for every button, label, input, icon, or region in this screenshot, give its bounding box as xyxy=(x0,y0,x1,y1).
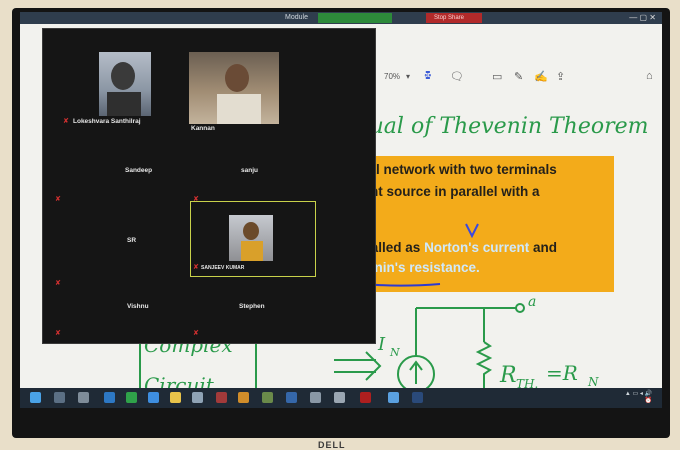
equals-subscript: N xyxy=(587,375,599,389)
muted-mic-icon: ✘ xyxy=(193,264,199,271)
participant-video-2 xyxy=(189,52,279,124)
muted-mic-icon: ✘ xyxy=(55,196,61,203)
task-view-icon[interactable] xyxy=(54,392,65,403)
start-icon[interactable] xyxy=(30,392,41,403)
resistor-label: R xyxy=(499,363,517,388)
word-icon[interactable] xyxy=(286,392,297,403)
zoom-app-icon[interactable] xyxy=(388,392,399,403)
system-tray[interactable]: ▲ ▭ ◂ 🔊 ⏰ xyxy=(625,391,652,405)
person-silhouette-icon xyxy=(217,64,261,124)
participant-name-1: Lokeshvara Santhilraj xyxy=(73,118,141,125)
folder-icon[interactable] xyxy=(170,392,181,403)
ink-arrow xyxy=(465,223,479,239)
photo-background: Module Stop Share — ▢ ✕ ⊕ 70% ▾ ꔁ 🗨 ▭ ✎ … xyxy=(0,0,680,450)
current-subscript: N xyxy=(389,346,400,359)
participant-name-7: Vishnu xyxy=(127,303,149,310)
participant-name-4: sanju xyxy=(241,167,258,174)
participant-name-2: Kannan xyxy=(191,125,215,132)
muted-mic-icon: ✘ xyxy=(55,280,61,287)
terminal-label: a xyxy=(528,294,536,310)
participant-name-8: Stephen xyxy=(239,303,265,310)
acrobat-icon[interactable] xyxy=(360,392,371,403)
store-icon[interactable] xyxy=(104,392,115,403)
app-icon[interactable] xyxy=(192,392,203,403)
app-icon-5[interactable] xyxy=(412,392,423,403)
monitor-brand-logo: DELL xyxy=(318,440,346,450)
participant-video-6 xyxy=(229,215,273,261)
muted-mic-icon: ✘ xyxy=(63,118,69,125)
participant-video-1 xyxy=(99,52,151,116)
monitor-screen: Module Stop Share — ▢ ✕ ⊕ 70% ▾ ꔁ 🗨 ▭ ✎ … xyxy=(20,12,662,408)
excel-icon[interactable] xyxy=(126,392,137,403)
current-label: I xyxy=(377,334,386,355)
app-icon-2[interactable] xyxy=(262,392,273,403)
chrome-icon[interactable] xyxy=(238,392,249,403)
current-arrow xyxy=(409,360,423,384)
participant-name-3: Sandeep xyxy=(125,167,153,174)
file-explorer-icon[interactable] xyxy=(78,392,89,403)
participant-name-6: SANJEEV KUMAR xyxy=(201,265,245,271)
participant-name-5: SR xyxy=(127,237,137,244)
app-icon-4[interactable] xyxy=(334,392,345,403)
equals-label: =R xyxy=(546,361,578,385)
powerpoint-icon[interactable] xyxy=(216,392,227,403)
muted-mic-icon: ✘ xyxy=(193,330,199,337)
terminal-node xyxy=(515,303,525,313)
edge-icon[interactable] xyxy=(148,392,159,403)
person-silhouette-icon xyxy=(241,222,263,261)
muted-mic-icon: ✘ xyxy=(55,330,61,337)
app-icon-3[interactable] xyxy=(310,392,321,403)
windows-taskbar: ▲ ▭ ◂ 🔊 ⏰ xyxy=(20,388,662,408)
video-meeting-window[interactable]: ✘ Lokeshvara Santhilraj Kannan Sandeep s… xyxy=(42,28,376,344)
person-silhouette-icon xyxy=(107,62,141,116)
equivalence-arrow xyxy=(334,351,382,381)
